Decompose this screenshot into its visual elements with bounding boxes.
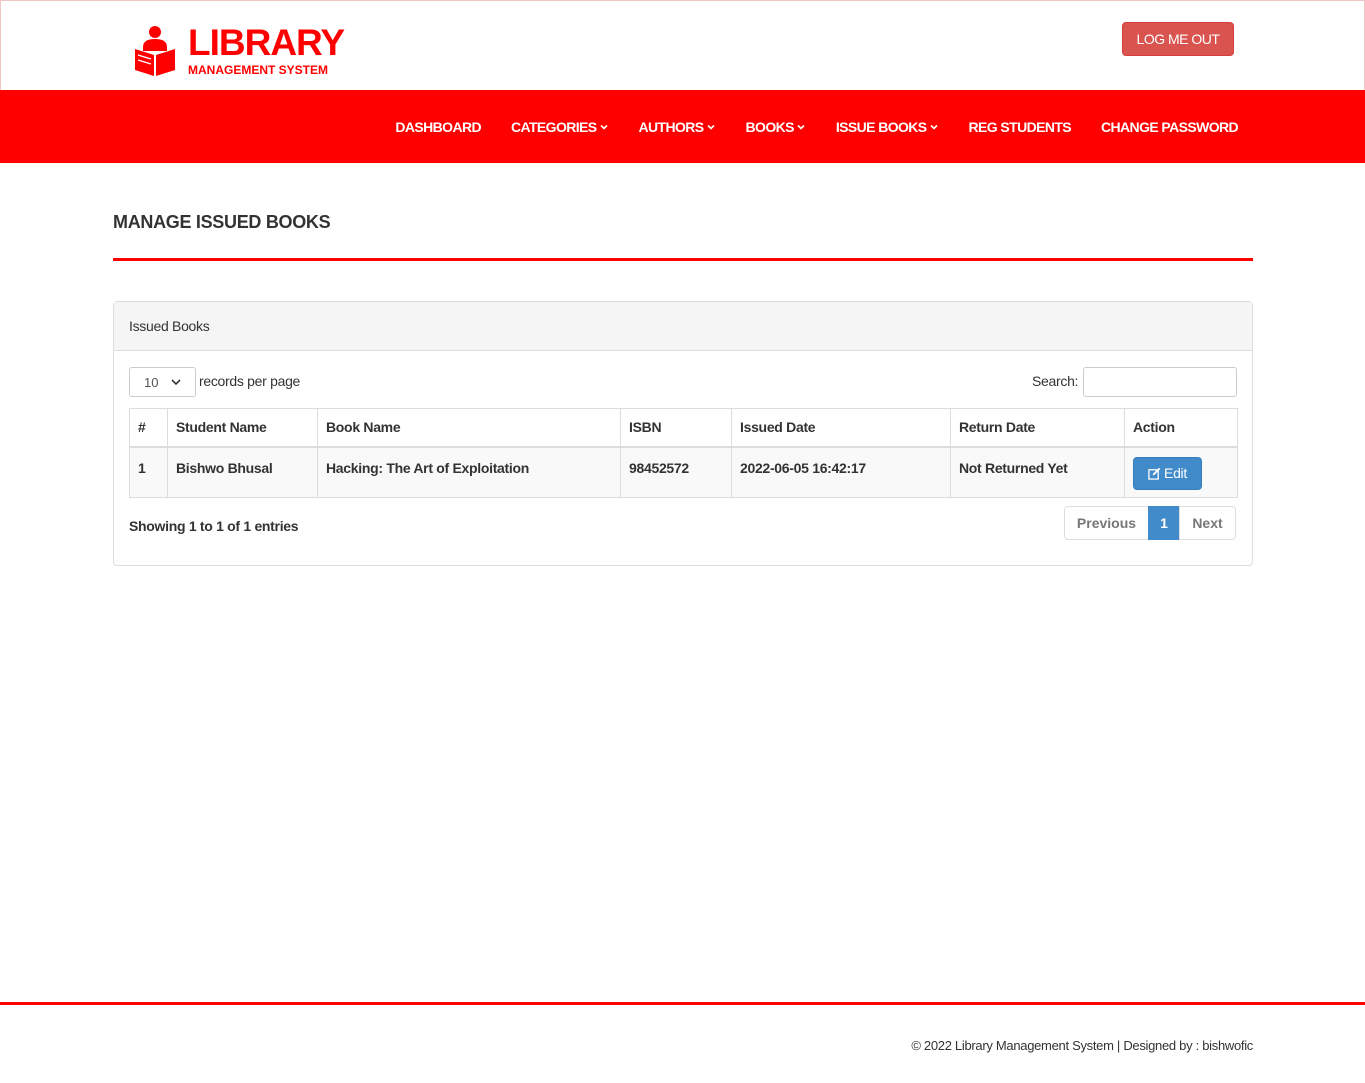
cell-return-date: Not Returned Yet [950, 446, 1125, 498]
site-header: LIBRARY MANAGEMENT SYSTEM LOG ME OUT [0, 0, 1365, 90]
cell-isbn: 98452572 [620, 446, 732, 498]
records-per-page-value: 10 [144, 374, 159, 390]
nav-item-label: CATEGORIES [510, 118, 597, 135]
search-input[interactable] [1083, 367, 1237, 397]
page-title: MANAGE ISSUED BOOKS [113, 212, 331, 232]
cell-student-name: Bishwo Bhusal [167, 446, 318, 498]
cell-issued-date: 2022-06-05 16:42:17 [731, 446, 951, 498]
column-header-book-name[interactable]: Book Name [317, 408, 621, 448]
pagination-next[interactable]: Next [1179, 506, 1236, 540]
nav-item-issue-books[interactable]: ISSUE BOOKS [836, 119, 939, 135]
edit-button-label: Edit [1164, 465, 1187, 481]
main-navbar: DASHBOARD CATEGORIES AUTHORS BOOKS ISSUE BOO… [0, 90, 1365, 163]
search-label: Search: [1032, 373, 1079, 389]
nav-item-authors[interactable]: AUTHORS [639, 119, 716, 135]
column-header-return-date[interactable]: Return Date [950, 408, 1125, 448]
pagination: Previous 1 Next [1064, 506, 1236, 540]
nav-item-label: BOOKS [745, 118, 795, 135]
edit-button[interactable]: Edit [1133, 456, 1202, 490]
panel-heading: Issued Books [114, 302, 1252, 351]
logo-title: LIBRARY [188, 22, 345, 63]
logo-subtitle: MANAGEMENT SYSTEM [188, 63, 329, 77]
nav-item-label: AUTHORS [638, 118, 705, 135]
cell-book-name: Hacking: The Art of Exploitation [317, 446, 621, 498]
nav-item-label: REG STUDENTS [968, 118, 1072, 135]
column-header-action[interactable]: Action [1124, 408, 1238, 448]
cell-number: 1 [129, 446, 168, 498]
nav-item-reg-students[interactable]: REG STUDENTS [968, 118, 1072, 135]
nav-item-label: ISSUE BOOKS [835, 118, 927, 135]
pagination-previous[interactable]: Previous [1064, 506, 1149, 540]
column-header-issued-date[interactable]: Issued Date [731, 408, 951, 448]
chevron-down-icon [171, 379, 181, 386]
chevron-down-icon [797, 124, 805, 130]
chevron-down-icon [706, 124, 715, 130]
footer-divider [0, 1002, 1365, 1005]
logout-button[interactable]: LOG ME OUT [1122, 22, 1234, 56]
table-info: Showing 1 to 1 of 1 entries [129, 518, 299, 534]
chevron-down-icon [929, 124, 938, 130]
nav-item-categories[interactable]: CATEGORIES [511, 119, 609, 135]
nav-item-label: DASHBOARD [395, 118, 481, 135]
nav-item-label: CHANGE PASSWORD [1101, 118, 1239, 135]
table-row: 1 Bishwo Bhusal Hacking: The Art of Expl… [129, 446, 1238, 498]
pagination-page-1[interactable]: 1 [1148, 506, 1180, 540]
site-logo[interactable]: LIBRARY MANAGEMENT SYSTEM [134, 22, 345, 77]
reader-book-icon [135, 26, 175, 76]
nav-item-change-password[interactable]: CHANGE PASSWORD [1101, 118, 1239, 135]
records-per-page-select[interactable]: 10 [129, 367, 196, 397]
edit-icon [1148, 467, 1161, 480]
column-header-student-name[interactable]: Student Name [167, 408, 318, 448]
records-per-page-label: records per page [199, 373, 301, 389]
issued-books-table: # Student Name Book Name ISBN Issued Dat… [129, 408, 1238, 498]
nav-item-books[interactable]: BOOKS [746, 119, 806, 135]
column-header-isbn[interactable]: ISBN [620, 408, 732, 448]
title-divider [113, 258, 1253, 261]
issued-books-panel: Issued Books 10 records per page Search:… [113, 301, 1253, 566]
cell-action: Edit [1124, 446, 1238, 498]
nav-menu: DASHBOARD CATEGORIES AUTHORS BOOKS ISSUE BOO… [395, 90, 1238, 163]
chevron-down-icon [599, 124, 608, 130]
table-header-row: # Student Name Book Name ISBN Issued Dat… [129, 408, 1238, 448]
column-header-number[interactable]: # [129, 408, 168, 448]
footer-copyright: © 2022 Library Management System | Desig… [911, 1038, 1253, 1053]
nav-item-dashboard[interactable]: DASHBOARD [395, 119, 481, 135]
